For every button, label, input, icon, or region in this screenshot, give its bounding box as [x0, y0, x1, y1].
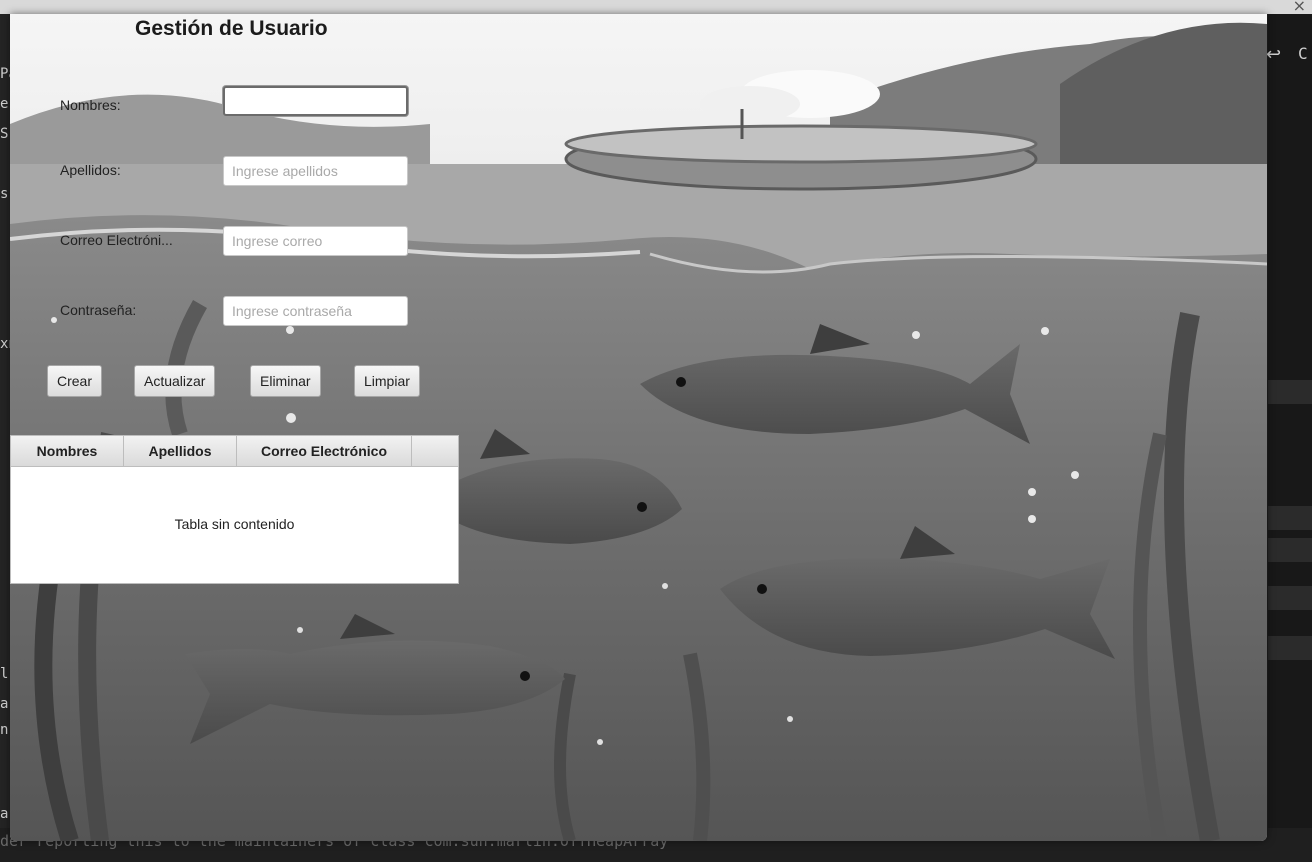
limpiar-button[interactable]: Limpiar: [354, 365, 420, 397]
ide-text-fragment: xn: [0, 336, 10, 352]
fish-background-image: [10, 14, 1267, 841]
ide-title-bar: ×: [0, 0, 1312, 15]
app-window: Gestión de Usuario Nombres: Apellidos: C…: [10, 14, 1267, 841]
ide-text-fragment: n: [0, 722, 9, 738]
actualizar-button[interactable]: Actualizar: [134, 365, 216, 397]
crear-button[interactable]: Crear: [47, 365, 103, 397]
ide-text-fragment: a: [0, 806, 9, 822]
users-table[interactable]: Nombres Apellidos Correo Electrónico Tab…: [10, 435, 459, 584]
contrasena-label: Contraseña:: [60, 302, 137, 318]
ide-text-fragment: S: [0, 126, 9, 142]
ide-text-fragment: s: [0, 186, 9, 202]
ide-text-fragment: l: [0, 666, 9, 682]
correo-label: Correo Electróni...: [60, 232, 173, 248]
column-header-correo[interactable]: Correo Electrónico: [237, 436, 412, 466]
table-header: Nombres Apellidos Correo Electrónico: [11, 436, 458, 467]
ide-text-fragment: a: [0, 696, 9, 712]
ide-text-fragment: er: [0, 96, 10, 112]
apellidos-label: Apellidos:: [60, 162, 121, 178]
column-header-filler: [412, 436, 458, 466]
ide-text-fragment: C: [1298, 44, 1308, 63]
nombres-label: Nombres:: [60, 97, 121, 113]
contrasena-field[interactable]: [223, 296, 408, 326]
table-empty-message: Tabla sin contenido: [174, 516, 295, 532]
apellidos-field[interactable]: [223, 156, 408, 186]
ide-text-fragment: Pa: [0, 66, 10, 82]
column-header-apellidos[interactable]: Apellidos: [124, 436, 237, 466]
eliminar-button[interactable]: Eliminar: [250, 365, 321, 397]
wrap-icon[interactable]: ↩: [1266, 44, 1281, 65]
column-header-nombres[interactable]: Nombres: [11, 436, 124, 466]
close-icon[interactable]: ×: [1293, 0, 1306, 15]
ide-right-panel: [1268, 14, 1312, 862]
correo-field[interactable]: [223, 226, 408, 256]
ide-left-panel: Pa er S s xn l a n a: [0, 14, 10, 834]
page-title: Gestión de Usuario: [135, 17, 328, 40]
nombres-field[interactable]: [223, 86, 408, 116]
